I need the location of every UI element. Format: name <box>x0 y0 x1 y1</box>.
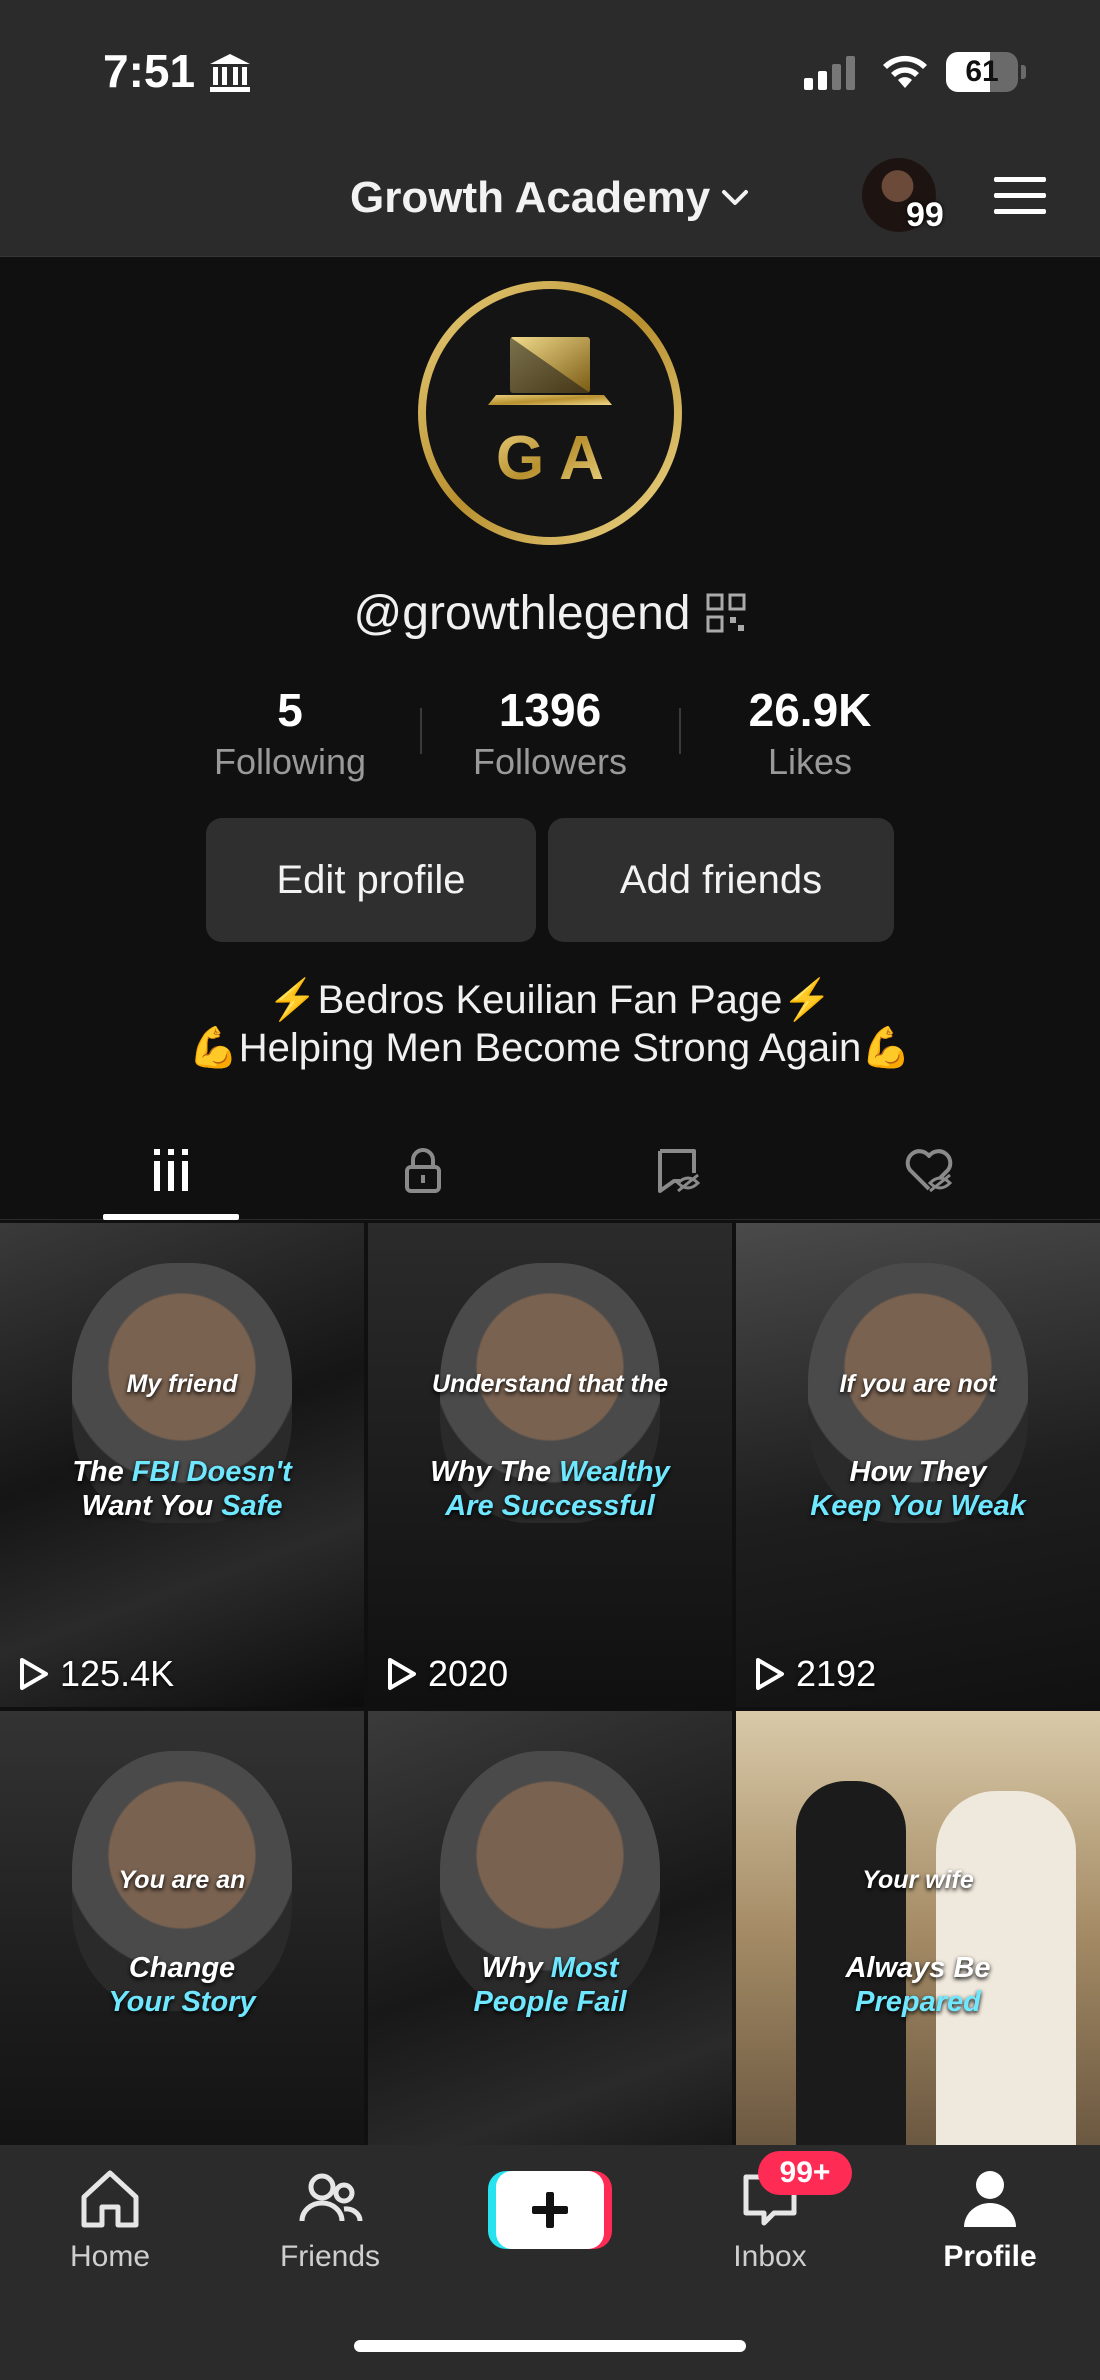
status-time: 7:51 <box>103 45 196 97</box>
video-caption: Why The Wealthy Are Successful <box>430 1456 670 1522</box>
stat-divider <box>679 708 681 754</box>
friends-icon <box>299 2173 363 2222</box>
nav-label: Home <box>69 2240 151 2273</box>
profile-bio: ⚡️Bedros Keuilian Fan Page⚡️ 💪Helping Me… <box>0 976 1100 1072</box>
inbox-badge: 99+ <box>758 2151 852 2195</box>
bio-line: ⚡️Bedros Keuilian Fan Page⚡️ <box>267 978 833 1022</box>
profile-stats: 5 Following 1396 Followers 26.9K Likes <box>180 680 920 790</box>
home-icon <box>81 2170 139 2228</box>
edit-profile-button[interactable]: Edit profile <box>206 818 536 942</box>
video-tile[interactable]: If you are not How They Keep You Weak 2192 <box>736 1223 1100 1707</box>
status-bar: 7:51 61 <box>0 0 1100 140</box>
tab-private[interactable] <box>286 1120 560 1220</box>
profile-tabs <box>0 1120 1100 1220</box>
avatar-initials: G A <box>496 424 604 493</box>
bank-icon <box>210 54 250 92</box>
video-caption: Why Most People Fail <box>473 1952 627 2018</box>
stat-value: 1396 <box>498 684 602 736</box>
video-view-count: 2192 <box>750 1653 876 1695</box>
video-grid: My friend The FBI Doesn't Want You Safe 125… <box>0 1223 1100 2145</box>
tab-reposts[interactable] <box>540 1120 814 1220</box>
stat-divider <box>420 708 422 754</box>
private-lock-icon <box>405 1148 441 1193</box>
video-caption: How They Keep You Weak <box>810 1456 1026 1522</box>
nav-label: Friends <box>279 2240 381 2273</box>
stat-value: 26.9K <box>748 684 872 736</box>
qr-code-icon[interactable] <box>706 593 746 633</box>
profile-handle: @growthlegend <box>353 586 691 640</box>
create-plus-icon <box>532 2192 568 2228</box>
video-caption-top: Your wife <box>862 1866 974 1894</box>
account-switcher[interactable]: Growth Academy <box>350 168 752 228</box>
battery-icon: 61 <box>946 52 1026 92</box>
handle-row: @growthlegend <box>0 578 1100 648</box>
tab-liked[interactable] <box>792 1120 1066 1220</box>
video-caption: The FBI Doesn't Want You Safe <box>72 1456 292 1522</box>
active-tab-indicator <box>103 1214 239 1220</box>
profile-icon <box>964 2171 1016 2227</box>
nav-friends[interactable]: Friends <box>240 2163 420 2275</box>
nav-label: Inbox <box>733 2240 807 2273</box>
home-indicator <box>354 2340 746 2352</box>
video-caption-top: You are an <box>118 1866 246 1894</box>
video-caption-top: If you are not <box>839 1370 997 1398</box>
stat-label: Followers <box>472 741 628 782</box>
video-caption: Change Your Story <box>108 1952 256 2018</box>
account-name: Growth Academy <box>350 173 711 222</box>
nav-label: Profile <box>943 2240 1037 2273</box>
nav-profile[interactable]: Profile <box>900 2163 1080 2275</box>
video-caption-top: Understand that the <box>431 1370 669 1398</box>
stat-likes[interactable]: 26.9K Likes <box>700 680 920 784</box>
reposts-hidden-icon <box>658 1149 701 1193</box>
play-icon <box>756 1658 784 1690</box>
bio-line: 💪Helping Men Become Strong Again💪 <box>188 1026 912 1070</box>
battery-level: 61 <box>965 55 999 88</box>
videos-grid-icon <box>154 1149 188 1191</box>
wifi-icon <box>883 55 927 88</box>
stat-label: Following <box>213 741 367 782</box>
menu-icon[interactable] <box>992 174 1048 218</box>
video-caption: Always Be Prepared <box>845 1952 991 2018</box>
play-icon <box>20 1658 48 1690</box>
stat-value: 5 <box>277 684 303 736</box>
play-icon <box>388 1658 416 1690</box>
cellular-signal-icon <box>804 56 855 90</box>
create-button[interactable] <box>488 2171 612 2249</box>
tab-videos[interactable] <box>34 1120 308 1220</box>
video-tile[interactable]: Understand that the Why The Wealthy Are Su… <box>368 1223 732 1707</box>
profile-header: Growth Academy 99 <box>0 140 1100 257</box>
video-tile[interactable]: My friend The FBI Doesn't Want You Safe 125… <box>0 1223 364 1707</box>
stat-followers[interactable]: 1396 Followers <box>440 680 660 784</box>
add-friends-button[interactable]: Add friends <box>548 818 894 942</box>
liked-hidden-icon <box>905 1149 953 1193</box>
stat-label: Likes <box>767 741 853 782</box>
video-tile[interactable]: Your wife Always Be Prepared <box>736 1711 1100 2145</box>
video-tile[interactable]: You are an Change Your Story <box>0 1711 364 2145</box>
avatar-notification-count: 99 <box>906 196 944 234</box>
chevron-down-icon <box>722 190 749 205</box>
nav-home[interactable]: Home <box>20 2163 200 2275</box>
stat-following[interactable]: 5 Following <box>180 680 400 784</box>
video-view-count: 125.4K <box>14 1653 174 1695</box>
video-caption-top: My friend <box>126 1370 238 1398</box>
video-view-count: 2020 <box>382 1653 508 1695</box>
profile-avatar[interactable]: G A <box>414 277 686 549</box>
video-tile[interactable]: Why Most People Fail <box>368 1711 732 2145</box>
